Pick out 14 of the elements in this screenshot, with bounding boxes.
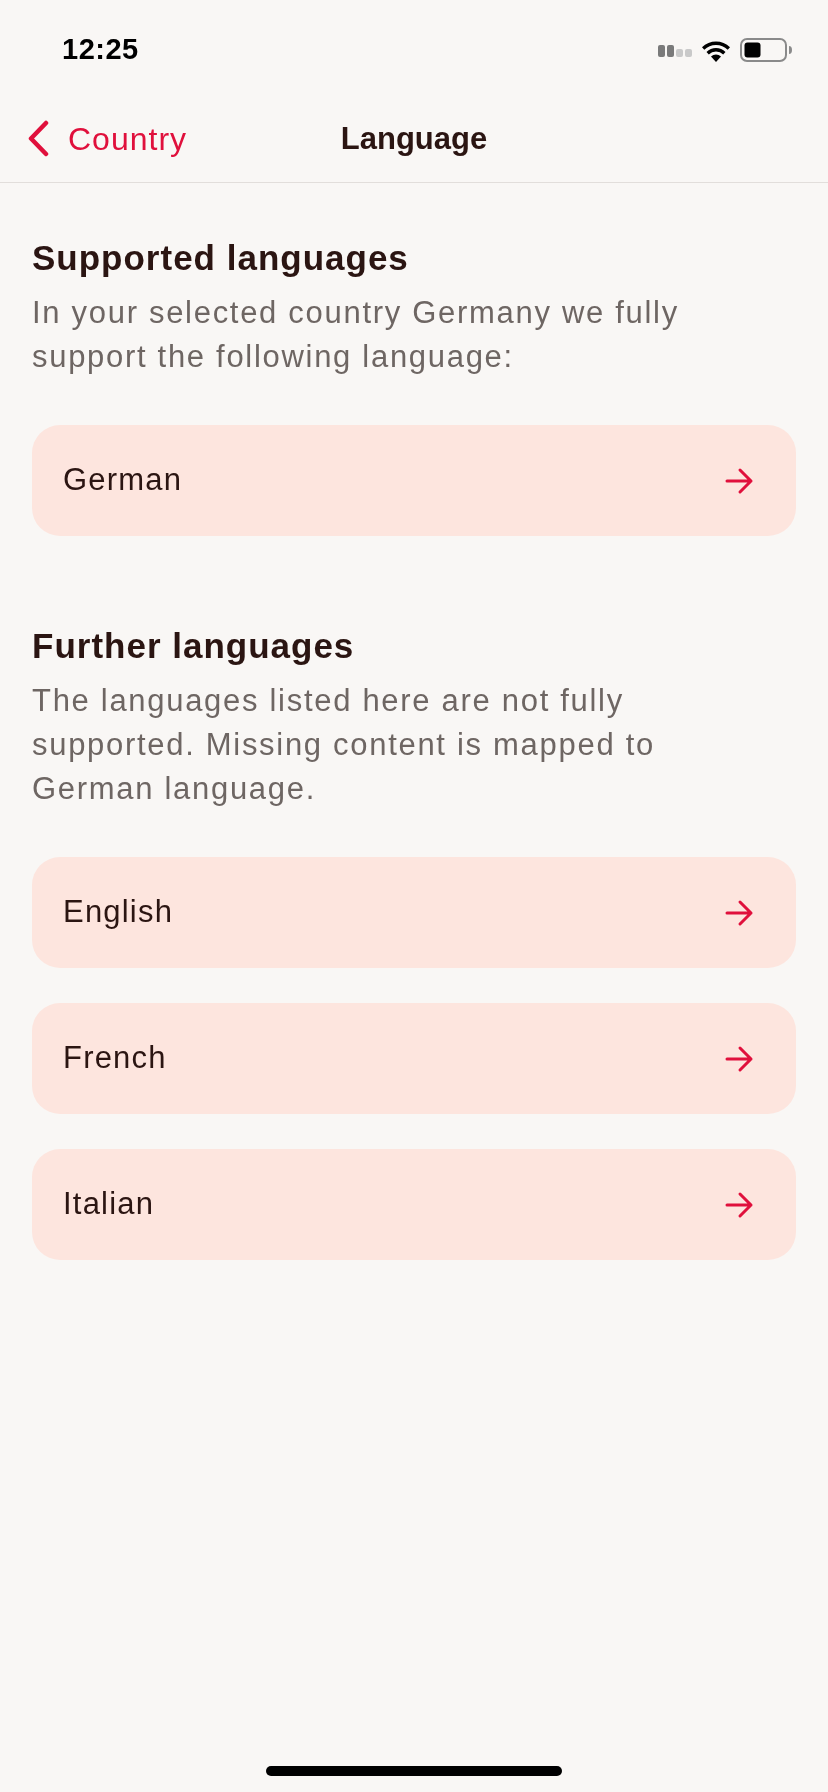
chevron-left-icon [26,120,50,158]
language-item[interactable]: French [32,1003,796,1114]
nav-title: Language [340,119,488,158]
back-button[interactable]: Country [26,119,194,159]
language-item[interactable]: Italian [32,1149,796,1260]
status-time: 12:25 [62,32,139,68]
section-description: The languages listed here are not fully supported. Missing content is mapped to German language. [32,682,656,808]
section-heading: Further languages [32,625,356,667]
signal-icon [658,43,692,57]
language-item[interactable]: German [32,425,796,536]
language-item[interactable]: English [32,857,796,968]
section-description: In your selected country Germany we fully support the following language: [32,294,680,376]
battery-icon [740,38,792,62]
section-heading: Supported languages [32,237,410,279]
